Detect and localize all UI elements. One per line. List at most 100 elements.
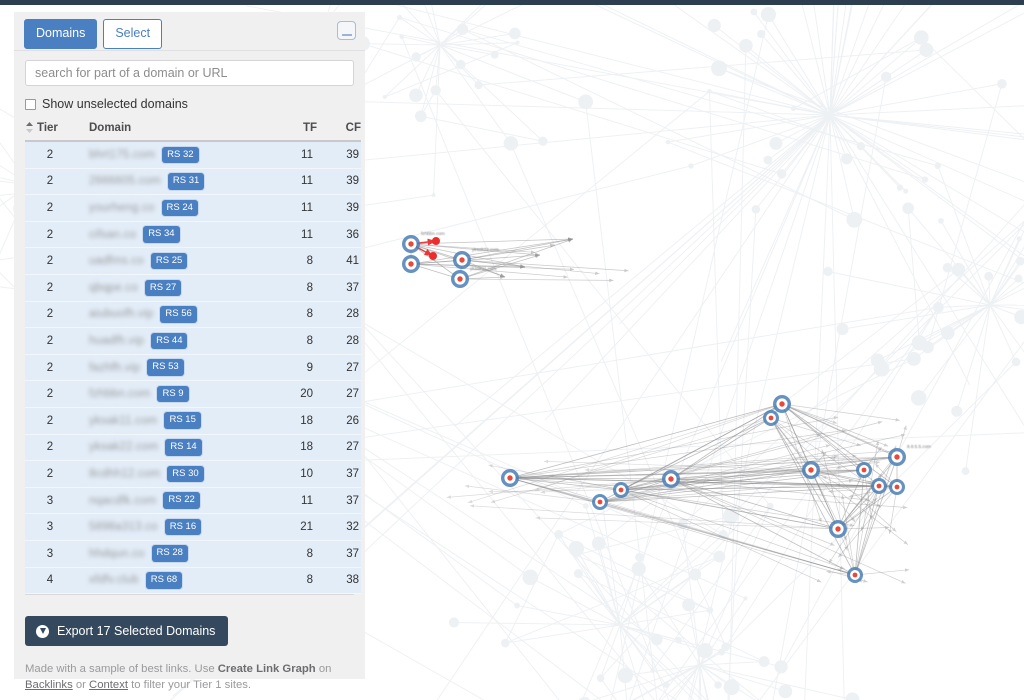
table-row[interactable]: 3 hhdqun.co RS 28 8 37: [25, 540, 361, 567]
cell-domain[interactable]: uadfms.co RS 25: [89, 248, 269, 275]
cell-tf: 11: [301, 148, 313, 161]
rs-score-badge: RS 28: [151, 545, 188, 562]
cell-tf: 18: [300, 414, 313, 427]
table-row[interactable]: 4 xfdfv.club RS 68 8 38: [25, 567, 361, 594]
table-row[interactable]: 2 cifsan.co RS 34 11 36: [25, 221, 361, 248]
search-input[interactable]: [25, 60, 354, 86]
domain-name: uadfms.co: [89, 255, 144, 268]
cell-tier: 2: [46, 201, 54, 214]
table-row[interactable]: 2 fazhfh.vip RS 53 9 27: [25, 354, 361, 381]
table-row[interactable]: 2 bhrt175.com RS 32 11 39: [25, 141, 361, 169]
column-header-tier[interactable]: Tier: [25, 122, 89, 142]
domain-name: yksak22.com: [89, 441, 159, 454]
domain-name: fazhfh.vip: [89, 361, 141, 374]
table-row[interactable]: 2 2666605.com RS 31 11 39: [25, 168, 361, 195]
rs-score-badge: RS 25: [150, 252, 188, 270]
cell-domain[interactable]: hhdqun.co RS 28: [89, 540, 269, 567]
rs-score-badge: RS 56: [160, 306, 197, 323]
cell-tf: 18: [300, 441, 313, 454]
rs-score-badge: RS 32: [162, 146, 199, 164]
panel-body: Show unselected domains Tier Domai: [14, 60, 365, 694]
table-row[interactable]: 2 yksak11.com RS 15 18 26: [25, 407, 361, 435]
rs-score-badge: RS 31: [167, 173, 205, 190]
cell-domain[interactable]: xfdfv.club RS 68: [89, 567, 269, 594]
cell-tf: 8: [306, 255, 313, 268]
cell-tier: 2: [46, 281, 54, 294]
domains-table-body: 2 bhrt175.com RS 32 11 39 2 2666605.com RS 31 11…: [25, 141, 361, 594]
cell-cf: 41: [346, 255, 359, 268]
domain-name: aiubuofh.vip: [89, 308, 154, 321]
cell-domain[interactable]: 5898a313.co RS 16: [89, 514, 269, 541]
column-header-domain[interactable]: Domain: [89, 122, 269, 142]
cell-domain[interactable]: yksak11.com RS 15: [89, 407, 269, 434]
domain-cell-content: yksak11.com RS 15: [89, 412, 269, 429]
table-row[interactable]: 2 aiubuofh.vip RS 56 8 28: [25, 301, 361, 328]
cell-domain[interactable]: bhrt175.com RS 32: [89, 141, 269, 168]
export-selected-domains-button[interactable]: Export 17 Selected Domains: [25, 616, 229, 647]
cell-domain[interactable]: yksak22.com RS 14: [89, 434, 269, 461]
domain-cell-content: aiubuofh.vip RS 56: [89, 306, 269, 323]
footnote-part2: on: [315, 663, 332, 676]
cell-domain[interactable]: 8cdhh12.com RS 30: [89, 461, 269, 488]
cell-tf: 8: [306, 334, 313, 347]
show-unselected-checkbox[interactable]: [25, 98, 36, 110]
column-header-tf[interactable]: TF: [269, 122, 317, 142]
tab-domains[interactable]: Domains: [24, 19, 98, 49]
footnote-part4: to filter your Tier 1 sites.: [127, 679, 252, 692]
cell-domain[interactable]: cifsan.co RS 34: [89, 221, 269, 248]
domain-name: huadfh.vip: [89, 334, 145, 347]
cell-domain[interactable]: 2666605.com RS 31: [89, 168, 269, 195]
svg-text:yksak11.com: yksak11.com: [470, 266, 497, 271]
cell-domain[interactable]: fzhbbn.com RS 9: [89, 381, 269, 408]
table-row[interactable]: 2 uadfms.co RS 25 8 41: [25, 247, 361, 275]
footnote-context-link[interactable]: Context: [89, 679, 128, 691]
domain-name: 2666605.com: [89, 175, 161, 188]
domain-cell-content: cifsan.co RS 34: [89, 226, 269, 243]
cell-tf: 10: [300, 467, 313, 480]
column-header-cf[interactable]: CF: [317, 122, 361, 142]
cell-tf: 11: [301, 228, 313, 241]
domain-name: xfdfv.club: [89, 574, 139, 587]
domain-name: yksak11.com: [89, 414, 158, 427]
cell-domain[interactable]: huadfh.vip RS 44: [89, 328, 269, 355]
cell-tier: 2: [46, 334, 54, 347]
cell-domain[interactable]: aiubuofh.vip RS 56: [89, 301, 269, 328]
table-row[interactable]: 3 5898a313.co RS 16 21 32: [25, 513, 361, 541]
rs-score-badge: RS 15: [164, 412, 201, 429]
table-row[interactable]: 2 yksak22.com RS 14 18 27: [25, 434, 361, 461]
domain-cell-content: fzhbbn.com RS 9: [89, 385, 269, 403]
minimize-panel-icon[interactable]: [337, 21, 356, 40]
domain-cell-content: 8cdhh12.com RS 30: [89, 465, 269, 483]
table-row[interactable]: 3 nqacdfk.com RS 22 11 37: [25, 487, 361, 514]
export-button-label: Export 17 Selected Domains: [57, 624, 216, 639]
cell-domain[interactable]: fazhfh.vip RS 53: [89, 354, 269, 381]
table-row[interactable]: 2 fzhbbn.com RS 9 20 27: [25, 380, 361, 408]
cell-cf: 39: [346, 175, 359, 188]
download-icon: [36, 624, 49, 638]
tab-select[interactable]: Select: [103, 19, 163, 49]
table-row[interactable]: 2 huadfh.vip RS 44 8 28: [25, 327, 361, 355]
domain-cell-content: yourheng.co RS 24: [89, 199, 269, 217]
table-row[interactable]: 2 8cdhh12.com RS 30 10 37: [25, 460, 361, 488]
domain-cell-content: yksak22.com RS 14: [89, 439, 269, 456]
cell-cf: 27: [346, 388, 359, 401]
footnote-backlinks-link[interactable]: Backlinks: [25, 679, 73, 691]
footnote-part3: or: [72, 679, 90, 692]
cell-tf: 11: [301, 494, 313, 507]
domain-name: 8cdhh12.com: [89, 467, 161, 480]
domain-cell-content: bhrt175.com RS 32: [89, 146, 269, 164]
cell-cf: 39: [346, 148, 359, 161]
svg-text:8.8.5.5.com: 8.8.5.5.com: [907, 444, 931, 449]
table-row[interactable]: 2 qbqpe.co RS 27 8 37: [25, 274, 361, 302]
app-root: fzhbbn.com yksak22.com yksak11.com 8.8.5.5.…: [0, 0, 1024, 700]
cell-cf: 38: [346, 574, 359, 587]
cell-domain[interactable]: nqacdfk.com RS 22: [89, 487, 269, 514]
cell-cf: 36: [346, 228, 359, 241]
table-row[interactable]: 2 yourheng.co RS 24 11 39: [25, 194, 361, 222]
cell-tier: 2: [46, 441, 54, 454]
footnote-part1: Made with a sample of best links. Use: [25, 663, 218, 676]
cell-domain[interactable]: yourheng.co RS 24: [89, 195, 269, 222]
cell-domain[interactable]: qbqpe.co RS 27: [89, 274, 269, 301]
cell-tf: 11: [301, 175, 313, 188]
domain-cell-content: 5898a313.co RS 16: [89, 518, 269, 536]
